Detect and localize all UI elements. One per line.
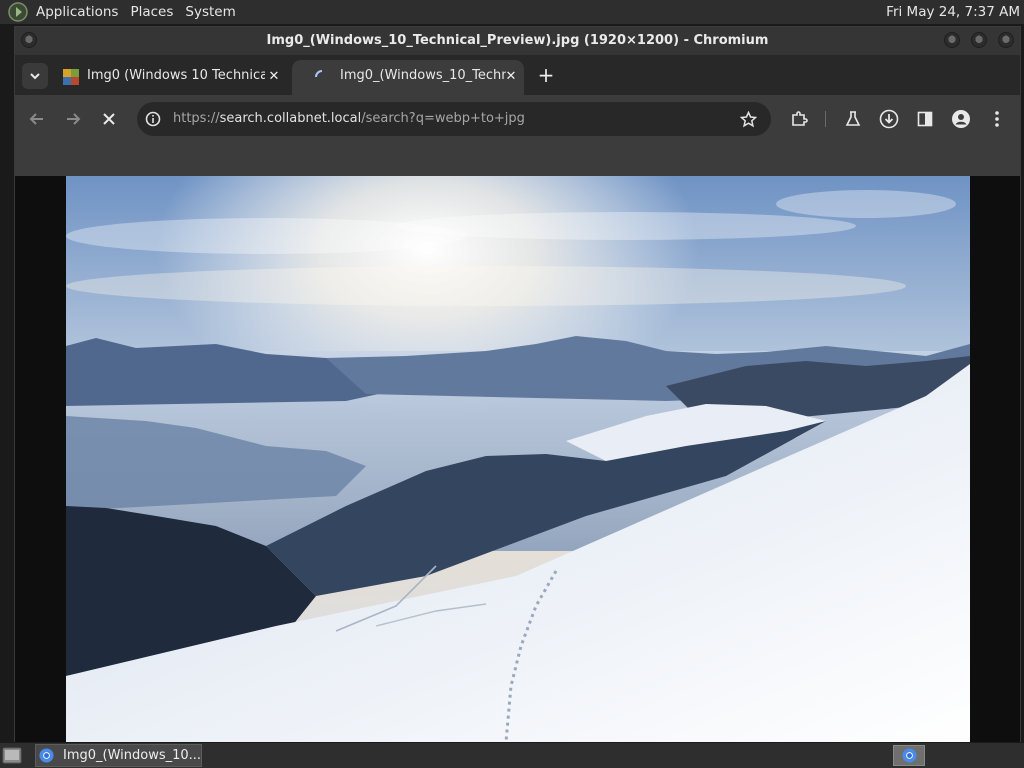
kebab-menu-icon [995, 111, 999, 127]
chromium-icon [39, 748, 54, 763]
profile-button[interactable] [949, 107, 973, 131]
tab-title: Img0_(Windows_10_Technic [340, 68, 506, 83]
chevron-down-icon [30, 73, 40, 80]
clock[interactable]: Fri May 24, 7:37 AM [886, 0, 1020, 24]
flask-icon [845, 111, 861, 126]
site-info-icon[interactable] [145, 111, 161, 127]
top-panel: Applications Places System Fri May 24, 7… [0, 0, 1024, 24]
window-titlebar[interactable]: Img0_(Windows_10_Technical_Preview).jpg … [15, 27, 1020, 55]
bookmark-star-icon[interactable] [740, 111, 757, 128]
close-tab-icon[interactable]: ✕ [265, 68, 283, 86]
arrow-right-icon [67, 113, 81, 125]
download-icon [879, 109, 899, 129]
tab-img0-inactive[interactable]: Img0 (Windows 10 Technical ✕ [53, 60, 289, 95]
close-icon [103, 113, 115, 125]
applications-menu[interactable]: Applications [30, 0, 124, 24]
browser-window: Img0_(Windows_10_Technical_Preview).jpg … [14, 26, 1021, 742]
taskbar-item-label: Img0_(Windows_10... [63, 748, 202, 763]
arrow-left-icon [29, 113, 43, 125]
minimize-button[interactable] [944, 32, 960, 48]
address-bar[interactable]: https://search.collabnet.local/search?q=… [137, 102, 771, 136]
side-panel-icon [917, 111, 933, 127]
new-tab-button[interactable]: + [534, 64, 558, 88]
window-title: Img0_(Windows_10_Technical_Preview).jpg … [266, 33, 769, 48]
distro-logo-icon[interactable] [8, 2, 28, 22]
url-path: /search?q=webp+to+jpg [361, 111, 525, 126]
chromium-icon [902, 748, 917, 763]
browser-toolbar: https://search.collabnet.local/search?q=… [15, 95, 1020, 143]
page-content [15, 176, 1020, 742]
mountain-landscape-image[interactable] [66, 176, 970, 742]
bottom-taskbar: Img0_(Windows_10... [0, 743, 1024, 768]
system-menu[interactable]: System [179, 0, 241, 24]
show-desktop-icon[interactable] [2, 746, 22, 765]
close-window-button[interactable] [998, 32, 1014, 48]
image-favicon-icon [63, 69, 79, 85]
tab-title: Img0 (Windows 10 Technical [87, 68, 265, 83]
forward-button[interactable] [61, 107, 85, 131]
taskbar-item-chromium[interactable]: Img0_(Windows_10... [35, 744, 202, 767]
toolbar-divider [825, 111, 826, 127]
url-host: search.collabnet.local [219, 111, 362, 126]
close-tab-icon[interactable]: ✕ [502, 68, 520, 86]
url-text[interactable]: https://search.collabnet.local/search?q=… [173, 102, 525, 136]
workspace-switcher[interactable] [893, 745, 925, 766]
labs-button[interactable] [841, 107, 865, 131]
places-menu[interactable]: Places [124, 0, 179, 24]
tab-strip: Img0 (Windows 10 Technical ✕ Img0_(Windo… [15, 55, 1020, 95]
url-scheme: https:// [173, 111, 220, 126]
profile-avatar-icon [952, 110, 970, 128]
puzzle-icon [792, 111, 808, 126]
back-button[interactable] [25, 107, 49, 131]
bookmarks-bar [15, 143, 1020, 176]
window-menu-button[interactable] [21, 32, 37, 48]
downloads-button[interactable] [877, 107, 901, 131]
loading-spinner-icon [315, 70, 323, 78]
tab-img0-active[interactable]: Img0_(Windows_10_Technic ✕ [292, 60, 524, 95]
extensions-button[interactable] [787, 107, 811, 131]
tab-search-button[interactable] [22, 63, 48, 89]
stop-loading-button[interactable] [97, 107, 121, 131]
side-panel-button[interactable] [913, 107, 937, 131]
maximize-button[interactable] [971, 32, 987, 48]
browser-menu-button[interactable] [985, 107, 1009, 131]
